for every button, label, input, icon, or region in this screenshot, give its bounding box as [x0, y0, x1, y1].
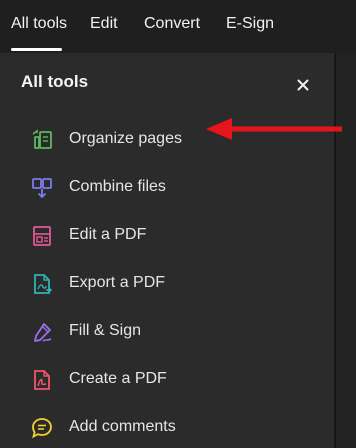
tool-label: Edit a PDF	[69, 226, 147, 243]
tool-create-pdf[interactable]: Create a PDF	[20, 360, 320, 400]
tab-convert[interactable]: Convert	[144, 15, 200, 33]
tool-edit-pdf[interactable]: Edit a PDF	[20, 216, 320, 256]
tool-add-comments[interactable]: Add comments	[20, 408, 320, 448]
combine-files-icon	[32, 178, 52, 199]
tool-fill-sign[interactable]: Fill & Sign	[20, 312, 320, 352]
organize-pages-icon	[32, 129, 52, 149]
panel-title: All tools	[21, 72, 89, 91]
tool-combine-files[interactable]: Combine files	[20, 168, 320, 208]
tool-label: Combine files	[69, 178, 166, 195]
close-icon	[297, 79, 309, 91]
add-comments-icon	[32, 418, 52, 439]
active-tab-indicator	[11, 48, 62, 51]
top-tab-bar: All tools Edit Convert E-Sign	[0, 0, 356, 52]
tab-edit[interactable]: Edit	[90, 15, 118, 33]
all-tools-panel: All tools Organize pages Combine files E…	[0, 53, 334, 448]
tab-e-sign[interactable]: E-Sign	[226, 15, 274, 33]
tool-export-pdf[interactable]: Export a PDF	[20, 264, 320, 304]
red-arrow-icon	[206, 118, 342, 140]
tool-label: Fill & Sign	[69, 322, 142, 339]
tab-all-tools[interactable]: All tools	[11, 15, 67, 33]
fill-sign-icon	[34, 323, 52, 342]
tool-label: Create a PDF	[69, 370, 167, 387]
tool-label: Add comments	[69, 418, 176, 435]
document-area-edge	[336, 53, 356, 448]
create-pdf-icon	[34, 370, 50, 390]
edit-pdf-icon	[33, 226, 51, 246]
tool-label: Organize pages	[69, 130, 182, 147]
tool-label: Export a PDF	[69, 274, 166, 291]
close-button[interactable]	[291, 73, 315, 97]
export-pdf-icon	[34, 274, 52, 294]
